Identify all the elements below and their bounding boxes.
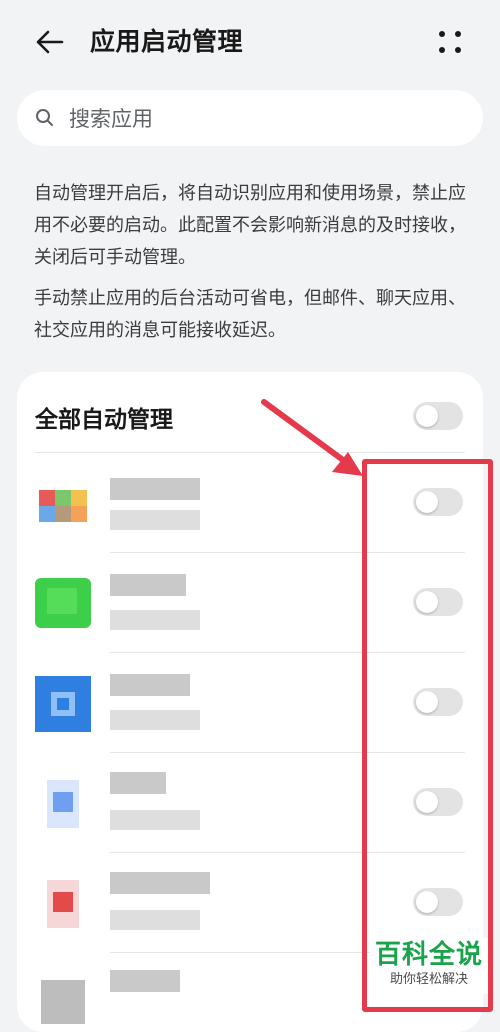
page-title: 应用启动管理 (90, 27, 244, 56)
blurred-app-name (110, 970, 180, 992)
manual-manage-warning: 手动禁止应用的后台活动可省电，但邮件、聊天应用、社交应用的消息可能接收延迟。 (34, 288, 466, 341)
blurred-app-name (110, 772, 166, 794)
blurred-app-name (110, 574, 186, 596)
blurred-app-icon-gray (33, 972, 93, 1032)
baike-watermark-logo: 百科全说 助你轻松解决 (370, 938, 488, 994)
blurred-app-icon-red (33, 874, 93, 934)
search-input[interactable] (67, 98, 461, 140)
top-app-bar: 应用启动管理 (0, 0, 500, 82)
blurred-app-name (110, 478, 200, 500)
blurred-app-status (110, 910, 200, 930)
blurred-app-name (110, 872, 210, 894)
blurred-app-status (110, 610, 200, 630)
blurred-app-icon-multicolor (33, 480, 93, 540)
blurred-app-icon-lightblue (33, 774, 93, 834)
all-auto-manage-label: 全部自动管理 (35, 407, 173, 433)
search-icon (36, 109, 53, 126)
watermark-title: 百科全说 (374, 940, 483, 970)
watermark-subtitle: 助你轻松解决 (389, 972, 468, 987)
auto-manage-description: 自动管理开启后，将自动识别应用和使用场景，禁止应用不必要的启动。此配置不会影响新… (34, 183, 466, 268)
more-dots-icon[interactable] (432, 26, 468, 58)
annotation-highlight-box (362, 459, 493, 1012)
arrow-left-icon[interactable] (32, 24, 68, 60)
blurred-app-status (110, 710, 200, 730)
search-bar[interactable] (17, 90, 483, 146)
all-auto-manage-toggle[interactable] (413, 402, 463, 430)
blurred-app-status (110, 510, 200, 530)
blurred-app-icon-green (33, 574, 93, 634)
divider (35, 452, 465, 453)
blurred-app-icon-blue (33, 674, 93, 734)
blurred-app-status (110, 810, 200, 830)
blurred-app-name (110, 674, 190, 696)
